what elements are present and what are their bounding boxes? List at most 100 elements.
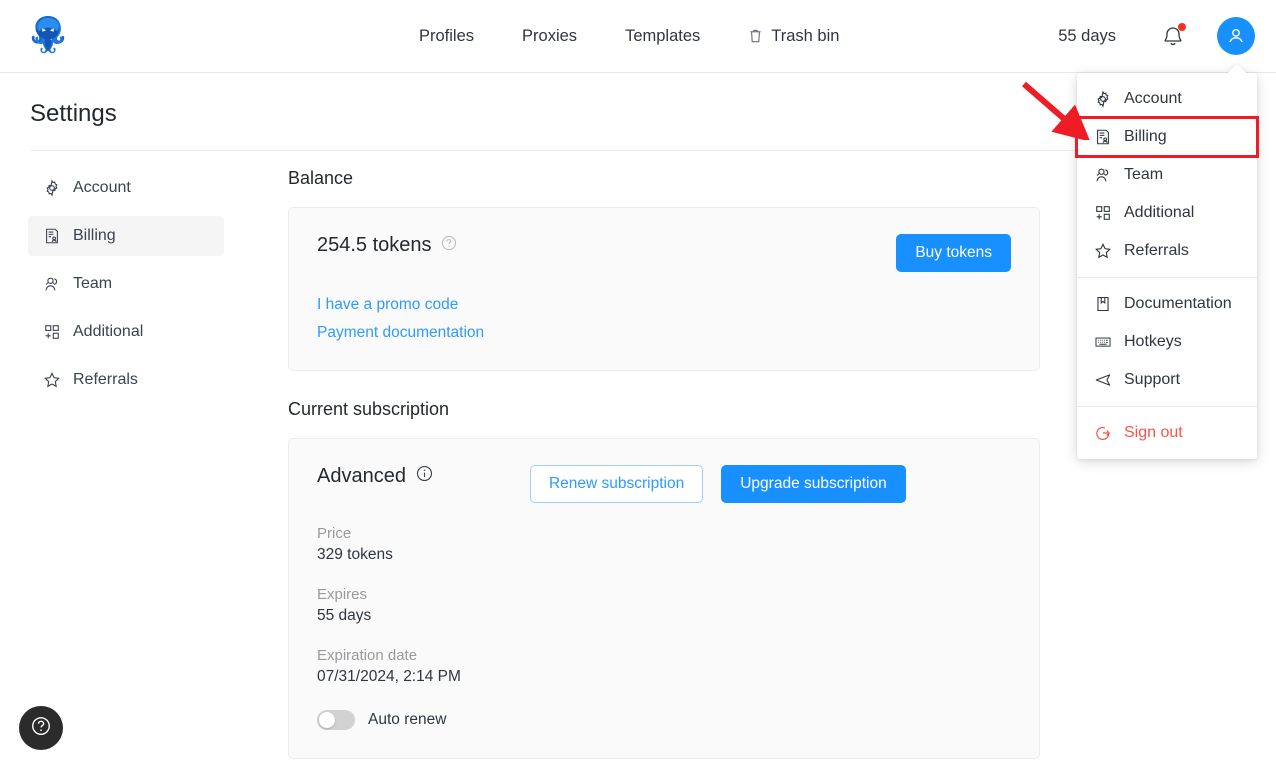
dropdown-item-label: Documentation	[1124, 295, 1232, 312]
renew-subscription-button[interactable]: Renew subscription	[529, 465, 704, 503]
logout-icon	[1093, 424, 1112, 443]
expiration-date-field: Expiration date 07/31/2024, 2:14 PM	[317, 647, 1011, 686]
balance-row: 254.5 tokens Buy tokens	[317, 234, 1011, 272]
expires-field: Expires 55 days	[317, 586, 1011, 625]
dropdown-divider-2	[1077, 406, 1257, 407]
days-remaining-label: 55 days	[1058, 26, 1116, 45]
dropdown-item-label: Support	[1124, 371, 1181, 388]
team-icon	[42, 275, 61, 294]
token-balance: 254.5 tokens	[317, 234, 457, 257]
dropdown-item-referrals[interactable]: Referrals	[1077, 232, 1257, 270]
buy-tokens-button[interactable]: Buy tokens	[896, 234, 1011, 272]
auto-renew-toggle[interactable]	[317, 710, 355, 730]
plan-name-label: Advanced	[317, 465, 406, 487]
upgrade-subscription-button[interactable]: Upgrade subscription	[721, 465, 906, 503]
dropdown-item-support[interactable]: Support	[1077, 361, 1257, 399]
plan-name: Advanced	[317, 465, 433, 488]
subscription-actions: Renew subscription Upgrade subscription	[529, 465, 906, 503]
nav-item-templates[interactable]: Templates	[625, 27, 700, 46]
app-root: Profiles Proxies Templates Trash bin 55 …	[0, 0, 1276, 768]
dropdown-caret	[1226, 63, 1248, 75]
sidebar-item-billing[interactable]: Billing	[28, 216, 224, 256]
gear-icon	[1093, 90, 1112, 109]
balance-section-title: Balance	[288, 168, 354, 188]
nav-label: Proxies	[522, 26, 578, 45]
title-divider	[30, 150, 1250, 151]
question-circle-icon	[30, 715, 52, 742]
subscription-section-title: Current subscription	[288, 399, 450, 419]
trash-icon	[748, 28, 763, 44]
billing-icon	[42, 227, 61, 246]
header-right-cluster: 55 days	[1058, 0, 1255, 72]
auto-renew-label: Auto renew	[368, 711, 447, 728]
star-icon	[42, 371, 61, 390]
subscription-card: Advanced Renew subscription Upgrade subs…	[288, 438, 1040, 759]
octopus-logo[interactable]	[24, 13, 72, 59]
dropdown-item-label: Sign out	[1124, 424, 1183, 441]
token-balance-value: 254.5 tokens	[317, 234, 432, 256]
dropdown-item-label: Additional	[1124, 204, 1195, 221]
price-value: 329 tokens	[317, 546, 393, 563]
team-icon	[1093, 166, 1112, 185]
keyboard-icon	[1093, 333, 1112, 352]
sidebar-item-team[interactable]: Team	[28, 264, 224, 304]
nav-label: Trash bin	[771, 26, 840, 45]
nav-item-trash-bin[interactable]: Trash bin	[748, 27, 839, 46]
sidebar-item-label: Account	[73, 179, 131, 196]
expiration-date-value: 07/31/2024, 2:14 PM	[317, 668, 461, 685]
avatar[interactable]	[1217, 17, 1255, 55]
gear-icon	[42, 179, 61, 198]
help-button[interactable]	[19, 706, 63, 750]
nav-item-profiles[interactable]: Profiles	[419, 27, 474, 46]
settings-content: Balance 254.5 tokens Buy tokens I have a…	[288, 168, 1040, 759]
dropdown-item-sign-out[interactable]: Sign out	[1077, 414, 1257, 452]
dropdown-item-label: Account	[1124, 90, 1182, 107]
nav-label: Templates	[625, 26, 701, 45]
sidebar-item-label: Referrals	[73, 371, 138, 388]
toggle-knob	[319, 712, 335, 728]
dropdown-item-label: Billing	[1124, 128, 1167, 145]
sidebar-item-additional[interactable]: Additional	[28, 312, 224, 352]
balance-card: 254.5 tokens Buy tokens I have a promo c…	[288, 207, 1040, 371]
billing-icon	[1093, 128, 1112, 147]
dropdown-item-documentation[interactable]: Documentation	[1077, 285, 1257, 323]
dropdown-item-team[interactable]: Team	[1077, 156, 1257, 194]
dropdown-item-label: Referrals	[1124, 242, 1189, 259]
payment-documentation-link[interactable]: Payment documentation	[317, 324, 1011, 342]
sidebar-item-account[interactable]: Account	[28, 168, 224, 208]
dropdown-item-billing[interactable]: Billing	[1075, 116, 1259, 158]
nav-label: Profiles	[419, 26, 475, 45]
subscription-header: Advanced Renew subscription Upgrade subs…	[317, 465, 1011, 503]
price-label: Price	[317, 525, 352, 542]
top-header: Profiles Proxies Templates Trash bin 55 …	[0, 0, 1276, 73]
dropdown-item-account[interactable]: Account	[1077, 80, 1257, 118]
balance-links: I have a promo code Payment documentatio…	[317, 296, 1011, 342]
dropdown-item-label: Hotkeys	[1124, 333, 1182, 350]
grid-plus-icon	[1093, 204, 1112, 223]
dropdown-divider-1	[1077, 277, 1257, 278]
sidebar-item-label: Additional	[73, 323, 144, 340]
expiration-date-label: Expiration date	[317, 647, 418, 664]
dropdown-item-additional[interactable]: Additional	[1077, 194, 1257, 232]
settings-sidebar: Account Billing Team Additional Referral…	[28, 168, 224, 408]
dropdown-item-hotkeys[interactable]: Hotkeys	[1077, 323, 1257, 361]
expires-value: 55 days	[317, 607, 372, 624]
promo-code-link[interactable]: I have a promo code	[317, 296, 1011, 314]
sidebar-item-label: Billing	[73, 227, 116, 244]
notification-badge-dot	[1178, 23, 1186, 31]
sidebar-item-referrals[interactable]: Referrals	[28, 360, 224, 400]
account-dropdown-menu: Account Billing Team Additional Referral…	[1075, 73, 1259, 459]
star-icon	[1093, 242, 1112, 261]
expires-label: Expires	[317, 586, 368, 603]
info-circle-icon[interactable]	[416, 465, 433, 488]
main-nav: Profiles Proxies Templates Trash bin	[419, 0, 839, 72]
price-field: Price 329 tokens	[317, 525, 1011, 564]
bookmark-icon	[1093, 295, 1112, 314]
grid-plus-icon	[42, 323, 61, 342]
sidebar-item-label: Team	[73, 275, 113, 292]
notifications-button[interactable]	[1162, 23, 1186, 48]
send-icon	[1093, 371, 1112, 390]
page-title: Settings	[30, 100, 117, 127]
nav-item-proxies[interactable]: Proxies	[522, 27, 577, 46]
question-circle-icon[interactable]	[441, 234, 457, 257]
